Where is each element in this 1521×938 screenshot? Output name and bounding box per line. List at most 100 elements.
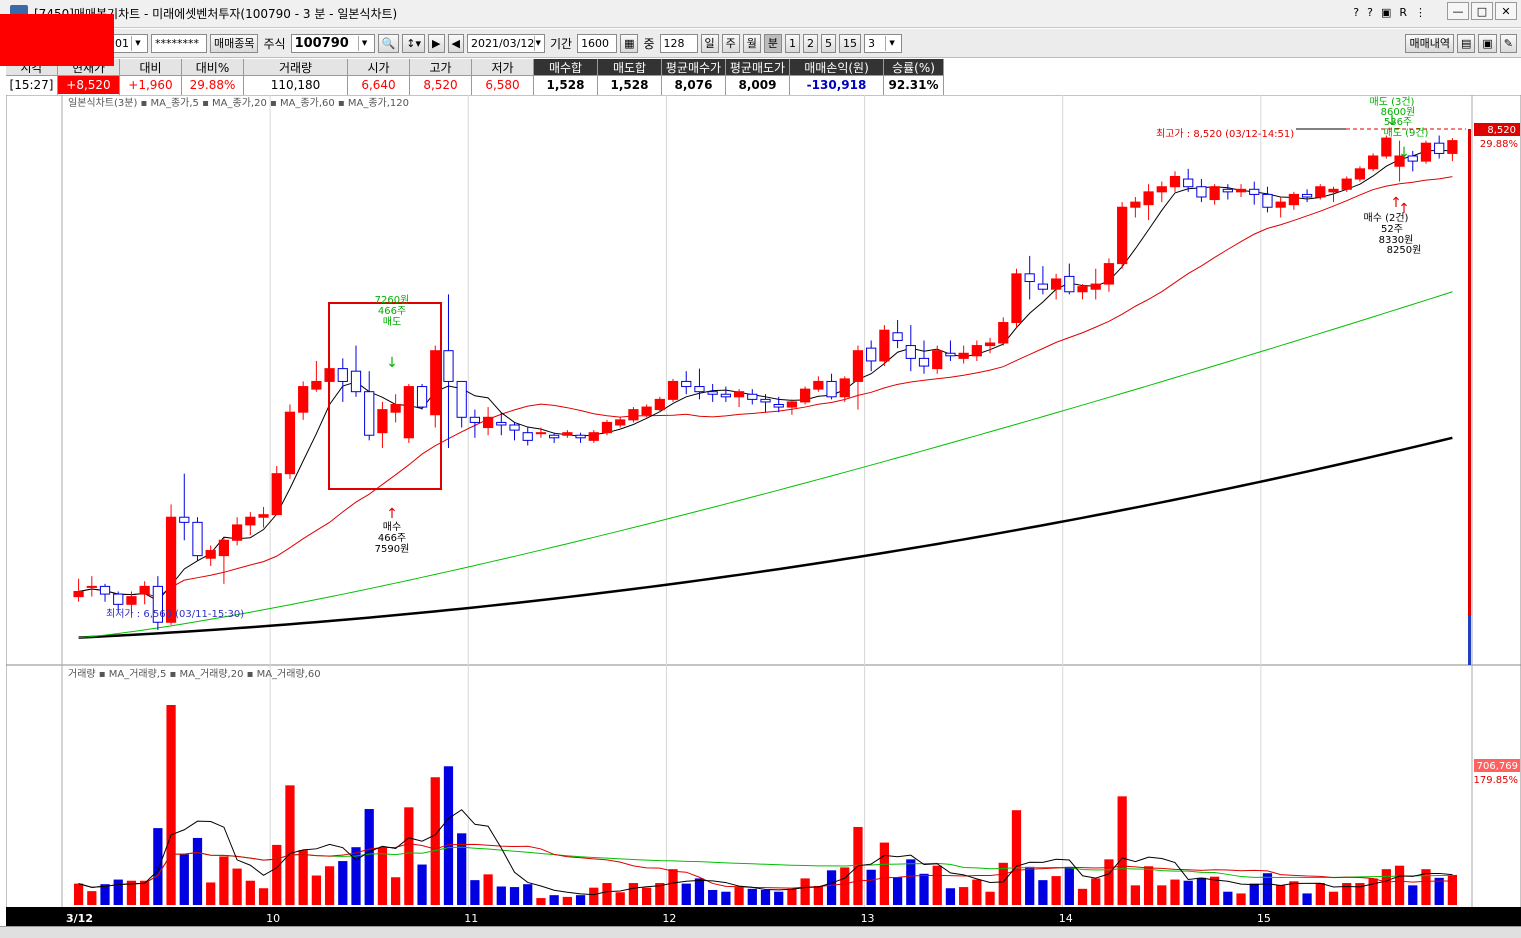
grid-icon[interactable]: ▦ — [620, 33, 639, 53]
volume-bar — [509, 887, 520, 905]
volume-bar — [404, 807, 414, 905]
quote-header: 대비% — [182, 59, 243, 76]
layout-icon[interactable]: ▣ — [1381, 6, 1391, 19]
quote-value: 29.88% — [189, 78, 236, 92]
restore-button[interactable]: □ — [1471, 2, 1493, 20]
candle-body — [747, 393, 758, 400]
minute-select[interactable]: 3 ▼ — [864, 33, 903, 53]
code-value: 100790 — [294, 35, 349, 51]
candle-body — [416, 386, 428, 408]
unit-minute[interactable]: 분 — [763, 33, 783, 53]
folder-icon[interactable]: ▤ — [1456, 33, 1476, 53]
close-button[interactable]: ✕ — [1495, 2, 1517, 20]
candle-body — [879, 329, 890, 362]
price-legend: 일본식차트(3분) ▪ MA_종가,5 ▪ MA_종가,20 ▪ MA_종가,6… — [68, 97, 409, 109]
candle-body — [654, 398, 665, 411]
candle-body — [628, 409, 639, 421]
volume-bar — [470, 880, 480, 905]
candle-body — [1447, 140, 1458, 154]
date-input[interactable]: 2021/03/12 ▼ — [466, 33, 545, 53]
quote-value: 8,520 — [423, 78, 458, 92]
prev-icon[interactable]: ◀ — [447, 33, 464, 53]
volume-bar — [562, 896, 572, 905]
volume-bar — [364, 809, 374, 905]
volume-bar — [391, 877, 401, 905]
minute-5[interactable]: 5 — [821, 33, 837, 53]
more-icon[interactable]: ⋮ — [1415, 6, 1426, 19]
candle-body — [1354, 168, 1366, 180]
minute-1[interactable]: 1 — [785, 33, 801, 53]
candle-body — [1024, 273, 1035, 283]
candle-body — [1420, 142, 1432, 162]
candle-body — [443, 350, 454, 382]
sort-icon[interactable]: ↕▾ — [402, 33, 426, 53]
volume-bar — [747, 888, 757, 905]
wrench-icon[interactable]: ✎ — [1499, 33, 1517, 53]
minute-2[interactable]: 2 — [803, 33, 819, 53]
candle-body — [179, 516, 190, 523]
volume-bar — [919, 873, 929, 905]
candle-body — [1196, 186, 1207, 198]
question-icon[interactable]: ? — [1353, 6, 1359, 19]
volume-bar — [813, 885, 823, 905]
unit-day[interactable]: 일 — [700, 33, 719, 53]
r-icon[interactable]: R — [1399, 6, 1407, 19]
candle-body — [549, 434, 560, 439]
password-field[interactable]: ******** — [151, 33, 207, 53]
candle-body — [760, 398, 771, 403]
volume-bar — [73, 883, 84, 905]
volume-bar — [272, 844, 282, 905]
volume-bar — [1302, 893, 1312, 905]
quote-col-11: 평균매도가 8,009 — [726, 59, 790, 95]
volume-bar — [483, 874, 493, 905]
time-axis-label: 11 — [464, 912, 478, 925]
quote-col-4: 거래량 110,180 — [244, 59, 348, 95]
time-axis-label: 15 — [1257, 912, 1271, 925]
volume-bar — [1077, 888, 1088, 905]
candle-body — [971, 345, 982, 357]
chevron-down-icon: ▼ — [534, 35, 541, 51]
unit-month[interactable]: 월 — [742, 33, 761, 53]
count-input[interactable]: 128 — [659, 33, 698, 53]
minimize-button[interactable]: — — [1447, 2, 1469, 20]
period-input[interactable]: 1600 — [577, 33, 618, 53]
volume-bar — [959, 887, 969, 905]
candle-body — [284, 411, 296, 475]
candle-body — [469, 416, 481, 423]
item-button[interactable]: 매매종목 — [210, 33, 259, 53]
candle-body — [1130, 201, 1141, 208]
candle-body — [1064, 275, 1075, 293]
candle-body — [1315, 186, 1326, 198]
account-select[interactable]: 01 ▼ — [111, 33, 148, 53]
volume-bar — [932, 865, 942, 905]
quote-header: 매수합 — [534, 59, 597, 76]
period-label: 기간 — [549, 36, 573, 51]
candle-body — [707, 391, 718, 395]
play-icon[interactable]: ▶ — [428, 33, 445, 53]
candle-body — [1222, 188, 1233, 193]
candle-body — [641, 406, 652, 416]
quote-header: 매도합 — [598, 59, 661, 76]
volume-bar — [417, 864, 427, 905]
quote-value: 6,580 — [485, 78, 520, 92]
volume-bar — [998, 862, 1008, 905]
save-icon[interactable]: ▣ — [1478, 33, 1497, 53]
candle-body — [1011, 273, 1022, 324]
unit-week[interactable]: 주 — [721, 33, 740, 53]
candle-body — [720, 393, 731, 398]
volume-bar — [1249, 883, 1259, 905]
history-button[interactable]: 매매내역 — [1405, 33, 1454, 53]
candle-body — [958, 352, 969, 359]
volume-bar — [258, 888, 269, 905]
volume-bar — [1289, 881, 1299, 905]
title-tools: ? ? ▣ R ⋮ — [1353, 6, 1426, 19]
volume-bar — [945, 888, 956, 905]
window-controls: — □ ✕ — [1447, 2, 1517, 20]
redaction-block — [0, 14, 114, 66]
search-icon[interactable]: 🔍 — [377, 33, 400, 53]
volume-bar — [179, 854, 189, 905]
help-icon[interactable]: ? — [1367, 6, 1373, 19]
candle-body — [1262, 193, 1273, 208]
code-input[interactable]: 100790 ▼ — [290, 33, 375, 53]
minute-15[interactable]: 15 — [839, 33, 862, 53]
